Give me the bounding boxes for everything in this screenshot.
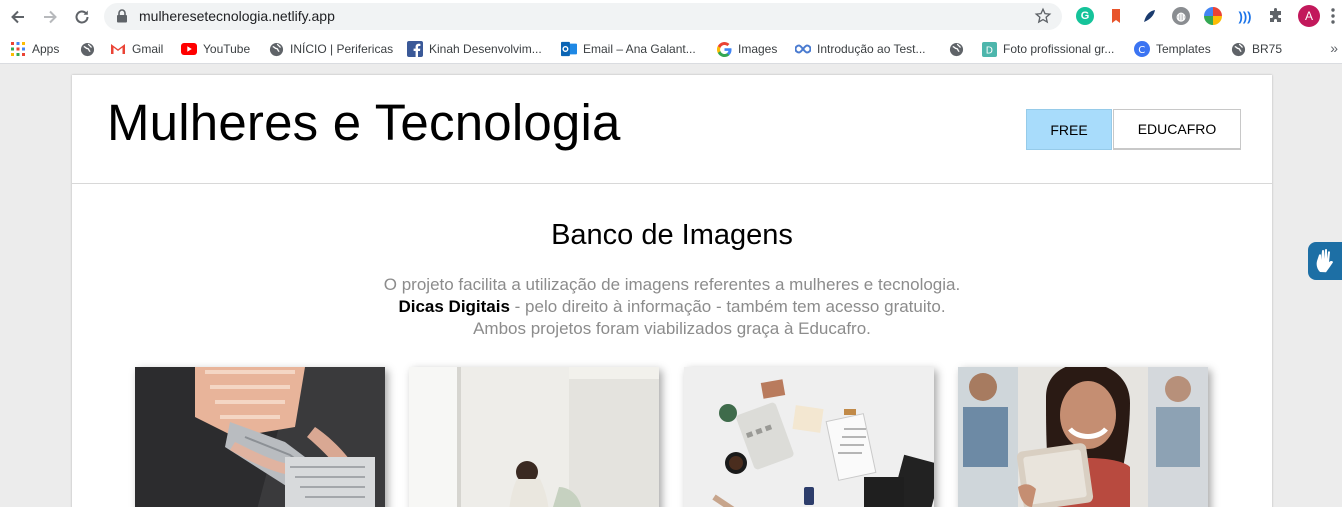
bookmark-gmail[interactable]: Gmail	[110, 41, 163, 57]
reload-button[interactable]	[70, 5, 94, 29]
section-description: O projeto facilita a utilização de image…	[72, 274, 1272, 340]
facebook-icon	[407, 41, 423, 57]
bookmark-images[interactable]: Images	[716, 41, 777, 57]
description-line-2: Dicas Digitais - pelo direito à informaç…	[398, 297, 946, 316]
bookmark-outlook[interactable]: Email – Ana Galant...	[561, 41, 696, 57]
description-line-3: Ambos projetos foram viabilizados graça …	[473, 319, 871, 338]
doc-icon: D	[981, 41, 997, 57]
woman-typing-laptop-photo[interactable]	[135, 367, 385, 507]
woman-sitting-room-photo[interactable]	[409, 367, 659, 507]
feather-extension-icon[interactable]	[1140, 7, 1158, 25]
reload-icon	[75, 10, 89, 24]
outlook-icon	[561, 41, 577, 57]
read-aloud-extension-icon[interactable]: )))	[1236, 7, 1254, 25]
url-text: mulheresetecnologia.netlify.app	[139, 8, 335, 24]
free-nav-button[interactable]: FREE	[1026, 109, 1112, 150]
forward-button[interactable]	[38, 5, 62, 29]
bookmarks-bar: Apps Gmail YouTube INÍCIO | Perifericas …	[0, 34, 1342, 64]
color-wheel-extension-icon[interactable]	[1204, 7, 1222, 25]
privacy-extension-icon[interactable]: ◍	[1172, 7, 1190, 25]
bookmark-globe-1[interactable]	[79, 41, 101, 57]
svg-text:C: C	[1138, 45, 1145, 56]
site-title: Mulheres e Tecnologia	[107, 94, 621, 151]
bookmark-foto-profissional[interactable]: D Foto profissional gr...	[981, 41, 1114, 57]
extensions-puzzle-icon[interactable]	[1267, 7, 1285, 25]
educafro-nav-button[interactable]: EDUCAFRO	[1113, 109, 1241, 150]
bookmark-templates[interactable]: C Templates	[1134, 41, 1211, 57]
back-button[interactable]	[6, 5, 30, 29]
bookmark-star-icon[interactable]	[1034, 7, 1052, 25]
bookmark-apps[interactable]: Apps	[10, 41, 59, 57]
browser-menu-icon[interactable]	[1331, 8, 1335, 24]
dicas-digitais-label: Dicas Digitais	[398, 297, 510, 316]
globe-icon	[79, 41, 95, 57]
svg-text:D: D	[985, 45, 992, 56]
description-line-1: O projeto facilita a utilização de image…	[383, 275, 961, 294]
hands-icon	[1316, 249, 1333, 273]
bookmark-br75[interactable]: BR75	[1230, 41, 1282, 57]
back-arrow-icon	[11, 10, 24, 24]
address-bar[interactable]: mulheresetecnologia.netlify.app	[104, 3, 1062, 30]
browser-toolbar: mulheresetecnologia.netlify.app G ◍ ))) …	[0, 0, 1342, 34]
profile-avatar[interactable]: A	[1298, 5, 1320, 27]
bookmark-kinah[interactable]: Kinah Desenvolvim...	[407, 41, 542, 57]
bookmark-introducao[interactable]: Introdução ao Test...	[795, 41, 926, 57]
office-desk-flatlay-photo[interactable]	[684, 367, 934, 507]
bookmark-globe-2[interactable]	[948, 41, 970, 57]
section-heading: Banco de Imagens	[551, 219, 793, 251]
youtube-icon	[181, 41, 197, 57]
infinity-icon	[795, 41, 811, 57]
page-container: Mulheres e Tecnologia FREE EDUCAFRO Banc…	[72, 75, 1272, 507]
grammarly-extension-icon[interactable]: G	[1076, 7, 1094, 25]
canva-icon: C	[1134, 41, 1150, 57]
globe-icon	[948, 41, 964, 57]
globe-icon	[268, 41, 284, 57]
more-bookmarks-chevron-icon[interactable]: »	[1330, 40, 1338, 56]
bookmark-extension-icon[interactable]	[1107, 7, 1125, 25]
forward-arrow-icon	[44, 10, 57, 24]
bookmark-youtube[interactable]: YouTube	[181, 41, 250, 57]
apps-grid-icon	[10, 41, 26, 57]
google-icon	[716, 41, 732, 57]
globe-icon	[1230, 41, 1246, 57]
bookmark-perifericas[interactable]: INÍCIO | Perifericas	[268, 41, 393, 57]
header-divider	[72, 183, 1272, 184]
accessibility-sign-language-widget[interactable]	[1308, 242, 1342, 280]
gmail-icon	[110, 41, 126, 57]
lock-icon	[117, 9, 127, 23]
smiling-woman-tablet-photo[interactable]	[958, 367, 1208, 507]
